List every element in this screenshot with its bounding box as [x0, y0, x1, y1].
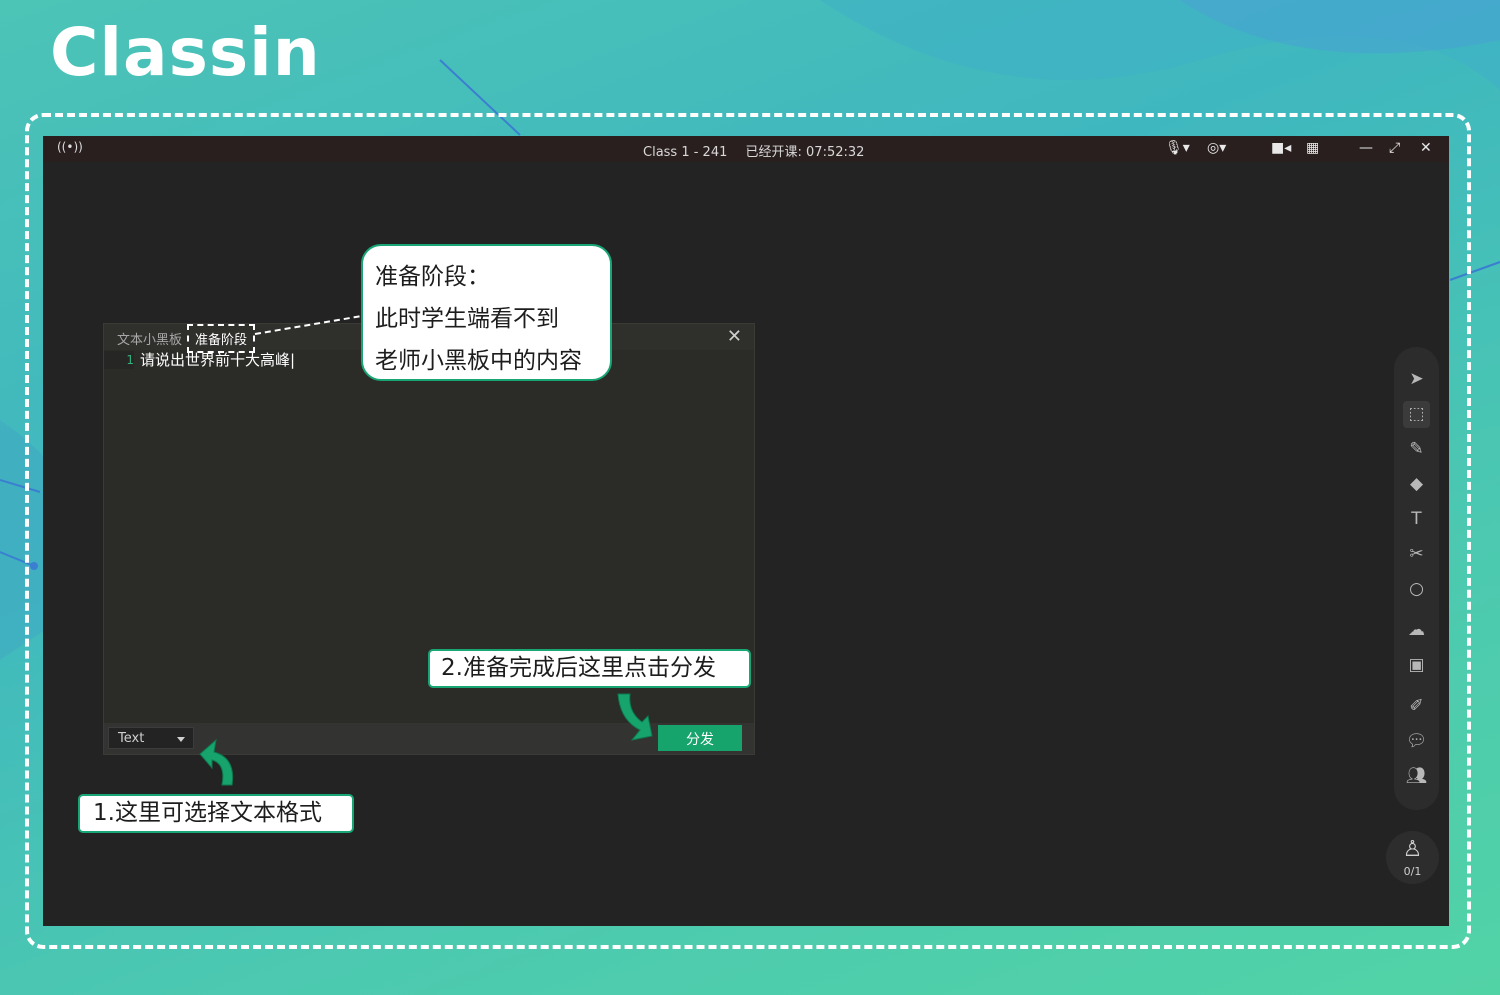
eraser-icon[interactable]: ◆ [1403, 471, 1430, 498]
stage-callout: 准备阶段： 此时学生端看不到 老师小黑板中的内容 [361, 244, 612, 381]
panel-footer: Text 分发 [104, 723, 754, 754]
class-info: Class 1 - 241 已经开课: 07:52:32 [643, 141, 878, 160]
users-icon[interactable]: 👥︎ [1403, 763, 1430, 790]
text-blackboard-panel: 文本小黑板 准备阶段 ✕ 1 请说出世界前十大高峰| Text 分发 [103, 323, 755, 755]
editor-text[interactable]: 请说出世界前十大高峰| [140, 351, 295, 369]
edit-icon[interactable]: ✐ [1403, 693, 1430, 720]
seat-button[interactable]: ♙ 0/1 [1386, 831, 1439, 884]
shape-icon[interactable]: ○ [1403, 576, 1430, 603]
format-value: Text [118, 731, 145, 746]
class-name: Class 1 - 241 [643, 145, 728, 160]
close-icon[interactable]: ✕ [1420, 140, 1432, 156]
tool-bar: ➤ ⬚ ✎ ◆ T ✂ ○ ☁ ▣ ✐ 💬︎ 👥︎ [1394, 347, 1439, 810]
callout-line: 老师小黑板中的内容 [375, 348, 582, 374]
tab-text-blackboard[interactable]: 文本小黑板 [117, 329, 182, 348]
grid-icon[interactable]: ▦ [1306, 140, 1319, 156]
classin-logo: Classin [50, 14, 321, 91]
panel-close-icon[interactable]: ✕ [727, 326, 742, 347]
select-icon[interactable]: ⬚ [1403, 401, 1430, 428]
send-button[interactable]: 分发 [658, 725, 742, 751]
seat-count: 0/1 [1403, 865, 1422, 878]
chevron-down-icon [177, 737, 185, 742]
cloud-icon[interactable]: ☁ [1403, 617, 1430, 644]
stage-badge: 准备阶段 [187, 324, 256, 353]
video-icon[interactable]: ■◂ [1271, 140, 1291, 156]
seat-icon: ♙ [1402, 837, 1423, 862]
chat-icon[interactable]: 💬︎ [1403, 728, 1430, 755]
send-callout: 2.准备完成后这里点击分发 [428, 649, 751, 688]
callout-line: 此时学生端看不到 [375, 306, 559, 332]
elapsed-time: 已经开课: 07:52:32 [745, 145, 865, 160]
camera-off-icon[interactable]: ◎▾ [1207, 140, 1226, 156]
mic-off-icon[interactable]: 🎙︎▾ [1165, 140, 1190, 156]
callout-line: 准备阶段： [375, 264, 490, 290]
signal-icon[interactable]: ((•)) [57, 140, 83, 154]
minimize-icon[interactable]: — [1359, 140, 1373, 156]
pointer-icon[interactable]: ➤ [1403, 366, 1430, 393]
title-bar: ((•)) Class 1 - 241 已经开课: 07:52:32 🎙︎▾ ◎… [43, 136, 1449, 162]
text-icon[interactable]: T [1403, 506, 1430, 533]
line-number: 1 [104, 351, 134, 369]
text-format-select[interactable]: Text [108, 727, 194, 749]
fullscreen-icon[interactable]: ⤢ [1389, 140, 1400, 156]
toolbox-icon[interactable]: ▣ [1403, 652, 1430, 679]
laser-icon[interactable]: ✎ [1403, 436, 1430, 463]
format-callout: 1.这里可选择文本格式 [78, 794, 354, 833]
scissors-icon[interactable]: ✂ [1403, 541, 1430, 568]
